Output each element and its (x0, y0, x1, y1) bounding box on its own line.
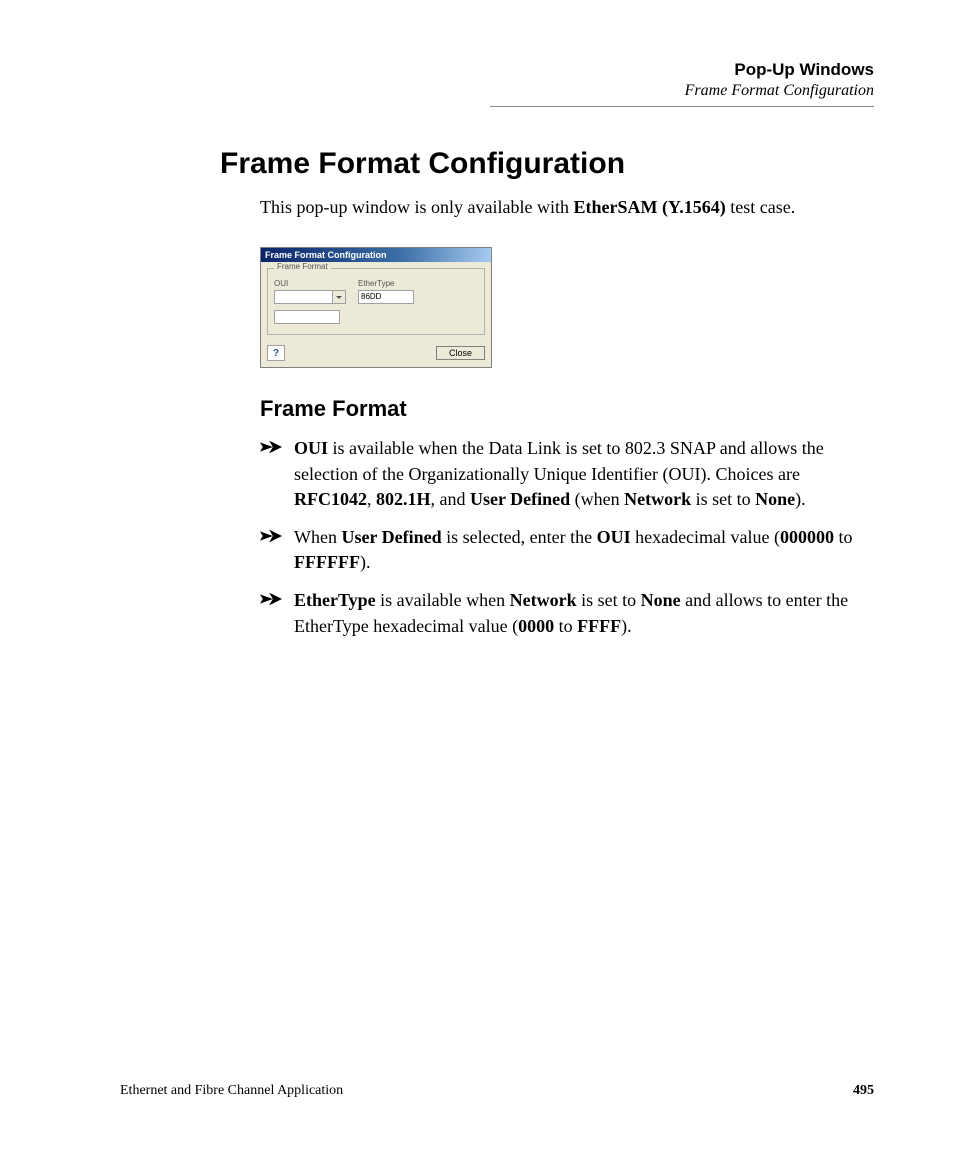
ethertype-label: EtherType (358, 279, 414, 288)
chevron-down-icon[interactable] (332, 291, 345, 303)
bullet-list: OUI is available when the Data Link is s… (260, 436, 874, 639)
bold-text: FFFFFF (294, 552, 360, 572)
bold-text: 0000 (518, 616, 554, 636)
text: is set to (577, 590, 641, 610)
bold-text: None (755, 489, 795, 509)
text: (when (570, 489, 624, 509)
text: , (367, 489, 376, 509)
subheading: Frame Format (260, 396, 874, 422)
frame-format-group: Frame Format OUI EtherType 86DD (267, 268, 485, 335)
dialog-titlebar: Frame Format Configuration (261, 248, 491, 262)
text: ). (621, 616, 632, 636)
section-title: Frame Format Configuration (220, 147, 874, 181)
text: is available when the Data Link is set t… (294, 438, 824, 484)
bold-text: OUI (597, 527, 631, 547)
close-button[interactable]: Close (436, 346, 485, 360)
text: to (554, 616, 577, 636)
arrow-bullet-icon (260, 529, 282, 543)
oui-combobox-text (275, 291, 332, 303)
bold-text: None (641, 590, 681, 610)
bold-text: OUI (294, 438, 328, 458)
text: hexadecimal value ( (631, 527, 780, 547)
footer-doc-title: Ethernet and Fibre Channel Application (120, 1083, 343, 1099)
header-section: Frame Format Configuration (120, 82, 874, 100)
bold-text: RFC1042 (294, 489, 367, 509)
bold-text: Network (510, 590, 577, 610)
arrow-bullet-icon (260, 592, 282, 606)
text: ). (795, 489, 806, 509)
intro-prefix: This pop-up window is only available wit… (260, 197, 573, 217)
text: is set to (691, 489, 755, 509)
bold-text: User Defined (470, 489, 570, 509)
help-icon[interactable]: ? (267, 345, 285, 361)
oui-hex-input[interactable] (274, 310, 340, 324)
text: is selected, enter the (442, 527, 597, 547)
list-item: When User Defined is selected, enter the… (260, 525, 874, 576)
intro-bold: EtherSAM (Y.1564) (573, 197, 725, 217)
bold-text: User Defined (341, 527, 441, 547)
bold-text: EtherType (294, 590, 376, 610)
bold-text: 802.1H (376, 489, 431, 509)
header-rule (490, 106, 874, 107)
list-item: EtherType is available when Network is s… (260, 588, 874, 639)
dialog-screenshot: Frame Format Configuration Frame Format … (260, 247, 492, 368)
arrow-bullet-icon (260, 440, 282, 454)
bold-text: 000000 (780, 527, 834, 547)
running-header: Pop-Up Windows Frame Format Configuratio… (120, 60, 874, 100)
footer-page-number: 495 (853, 1083, 874, 1099)
bold-text: FFFF (577, 616, 621, 636)
bold-text: Network (624, 489, 691, 509)
intro-paragraph: This pop-up window is only available wit… (260, 195, 874, 219)
oui-combobox[interactable] (274, 290, 346, 304)
text: ). (360, 552, 371, 572)
text: is available when (376, 590, 510, 610)
page-footer: Ethernet and Fibre Channel Application 4… (120, 1083, 874, 1099)
list-item: OUI is available when the Data Link is s… (260, 436, 874, 513)
intro-suffix: test case. (726, 197, 795, 217)
ethertype-input[interactable]: 86DD (358, 290, 414, 304)
oui-label: OUI (274, 279, 346, 288)
header-chapter: Pop-Up Windows (120, 60, 874, 80)
text: , and (431, 489, 471, 509)
text: When (294, 527, 341, 547)
group-label: Frame Format (274, 262, 331, 271)
text: to (834, 527, 853, 547)
